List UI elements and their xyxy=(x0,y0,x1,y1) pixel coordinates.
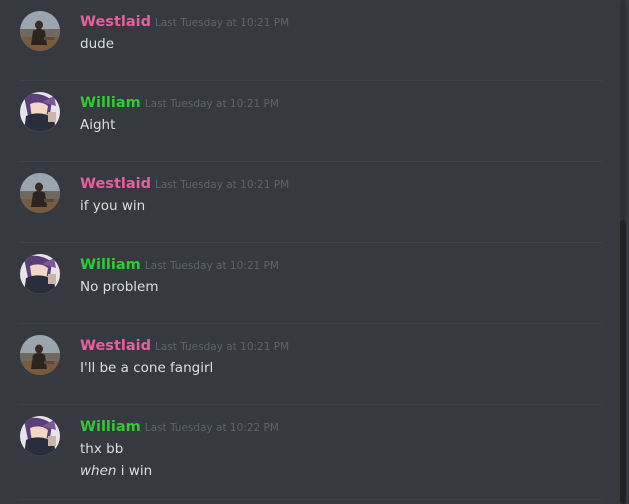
avatar-william-image xyxy=(20,254,60,294)
message-item[interactable]: William Last Tuesday at 10:21 PM Aight xyxy=(0,81,618,162)
message-text: thx bb xyxy=(80,441,124,457)
timestamp: Last Tuesday at 10:21 PM xyxy=(144,98,279,110)
avatar-westlaid-image xyxy=(20,173,60,213)
message-header: Westlaid Last Tuesday at 10:21 PM xyxy=(80,11,289,33)
scrollbar-thumb[interactable] xyxy=(620,220,626,504)
message-text: if you win xyxy=(80,198,146,214)
username[interactable]: William xyxy=(80,95,141,111)
scrollbar[interactable] xyxy=(620,0,626,504)
avatar[interactable] xyxy=(20,254,60,294)
message-header: Westlaid Last Tuesday at 10:21 PM xyxy=(80,335,289,357)
message-header: William Last Tuesday at 10:21 PM xyxy=(80,92,279,114)
message-content: Aight xyxy=(80,114,115,136)
message-text: No problem xyxy=(80,279,159,295)
message-content: No problem xyxy=(80,276,159,298)
avatar[interactable] xyxy=(20,416,60,456)
emphasis-text: when xyxy=(80,463,117,479)
message-item[interactable]: William Last Tuesday at 10:22 PM thx bb w… xyxy=(0,405,618,504)
avatar-westlaid-image xyxy=(20,11,60,51)
timestamp: Last Tuesday at 10:21 PM xyxy=(154,179,290,191)
message-item[interactable]: William Last Tuesday at 10:21 PM No probl… xyxy=(0,243,618,324)
message-text: I'll be a cone fangirl xyxy=(80,360,214,376)
avatar-westlaid-image xyxy=(20,335,60,375)
message-content: if you win xyxy=(80,195,145,217)
avatar[interactable] xyxy=(20,335,60,375)
timestamp: Last Tuesday at 10:21 PM xyxy=(144,260,279,272)
message-header: William Last Tuesday at 10:22 PM xyxy=(80,416,279,438)
chat-message-list[interactable]: Westlaid Last Tuesday at 10:21 PM dude Wi… xyxy=(0,0,629,504)
message-item[interactable]: Westlaid Last Tuesday at 10:21 PM dude xyxy=(0,0,618,81)
username[interactable]: Westlaid xyxy=(80,338,151,354)
message-content: thx bb when i win xyxy=(80,438,152,482)
timestamp: Last Tuesday at 10:21 PM xyxy=(154,341,290,353)
timestamp: Last Tuesday at 10:22 PM xyxy=(144,422,279,434)
avatar-william-image xyxy=(20,92,60,132)
username[interactable]: William xyxy=(80,257,141,273)
message-header: Westlaid Last Tuesday at 10:21 PM xyxy=(80,173,289,195)
username[interactable]: William xyxy=(80,419,141,435)
message-header: William Last Tuesday at 10:21 PM xyxy=(80,254,279,276)
message-text-rest: i win xyxy=(116,463,153,479)
message-text-line-2: when i win xyxy=(80,460,152,482)
message-divider xyxy=(20,499,602,500)
message-item[interactable]: Westlaid Last Tuesday at 10:21 PM I'll be… xyxy=(0,324,618,405)
message-content: I'll be a cone fangirl xyxy=(80,357,213,379)
timestamp: Last Tuesday at 10:21 PM xyxy=(154,17,290,29)
message-item[interactable]: Westlaid Last Tuesday at 10:21 PM if you … xyxy=(0,162,618,243)
avatar-william-image xyxy=(20,416,60,456)
username[interactable]: Westlaid xyxy=(80,176,151,192)
avatar[interactable] xyxy=(20,92,60,132)
message-content: dude xyxy=(80,33,114,55)
avatar[interactable] xyxy=(20,173,60,213)
message-text: Aight xyxy=(80,117,116,133)
avatar[interactable] xyxy=(20,11,60,51)
message-text: dude xyxy=(80,36,115,52)
username[interactable]: Westlaid xyxy=(80,14,151,30)
